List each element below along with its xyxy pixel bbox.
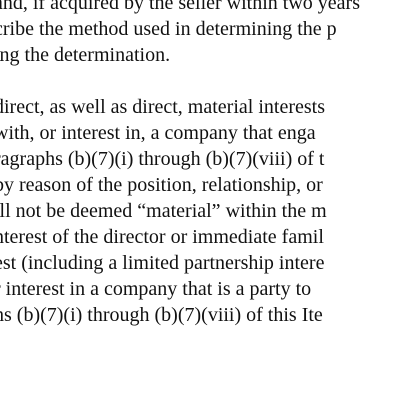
- text-line: by reason of the position, relationship,…: [0, 174, 323, 196]
- text-line: ing the determination.: [0, 44, 171, 66]
- text-line: direct, as well as direct, material inte…: [0, 96, 325, 118]
- text-line: hs (b)(7)(i) through (b)(7)(viii) of thi…: [0, 304, 323, 326]
- text-line: ragraphs (b)(7)(i) through (b)(7)(viii) …: [0, 148, 325, 170]
- text-line: r interest in a company that is a party …: [0, 278, 312, 300]
- text-line: and, if acquired by the seller within tw…: [0, 0, 360, 14]
- text-line: with, or interest in, a company that eng…: [0, 122, 316, 144]
- text-line: ill not be deemed “material” within the …: [0, 200, 327, 222]
- text-line: cribe the method used in determining the…: [0, 18, 337, 40]
- text-line: est (including a limited partnership int…: [0, 252, 325, 274]
- document-page: and, if acquired by the seller within tw…: [0, 0, 400, 400]
- text-line: nterest of the director or immediate fam…: [0, 226, 324, 248]
